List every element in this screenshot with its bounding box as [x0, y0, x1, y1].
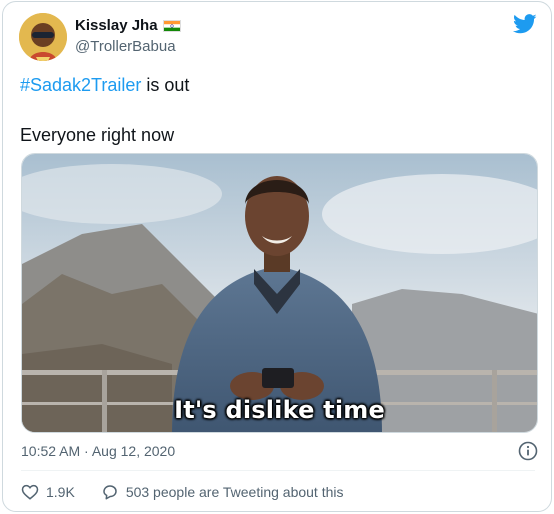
reply-bubble-icon	[103, 485, 117, 500]
twitter-bird-icon[interactable]	[512, 14, 537, 34]
divider	[21, 470, 535, 471]
heart-icon	[21, 484, 39, 500]
user-handle[interactable]: @TrollerBabua	[75, 38, 176, 55]
tweet-card: Kisslay Jha @TrollerBabua #Sadak2Trailer…	[2, 1, 552, 512]
tweet-text-line-1: #Sadak2Trailer is out	[20, 74, 189, 96]
tweet-actions: 1.9K 503 people are Tweeting about this	[21, 483, 370, 501]
conversation-button[interactable]: 503 people are Tweeting about this	[101, 483, 344, 501]
like-count: 1.9K	[46, 484, 75, 500]
media-caption: It's dislike time	[174, 396, 385, 424]
tweet-media[interactable]: It's dislike time	[21, 153, 538, 433]
conversation-text: 503 people are Tweeting about this	[125, 484, 344, 500]
india-flag-icon	[162, 19, 181, 32]
tweet-text-rest: is out	[141, 75, 190, 95]
info-icon[interactable]	[518, 441, 538, 461]
avatar[interactable]	[19, 13, 67, 61]
display-name[interactable]: Kisslay Jha	[75, 17, 181, 34]
display-name-text[interactable]: Kisslay Jha	[75, 17, 158, 34]
tweet-text-line-2: Everyone right now	[20, 125, 175, 145]
hashtag-link[interactable]: #Sadak2Trailer	[20, 75, 141, 95]
like-button[interactable]: 1.9K	[21, 483, 75, 501]
tweet-timestamp[interactable]: 10:52 AM · Aug 12, 2020	[21, 443, 175, 459]
